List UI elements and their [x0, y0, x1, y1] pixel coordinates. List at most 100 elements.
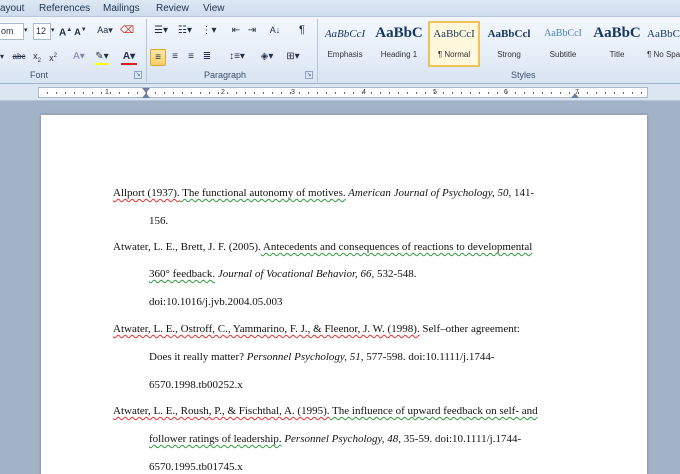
clear-formatting-icon[interactable]: ⌫ [120, 23, 134, 40]
style-heading-1[interactable]: AaBbC Heading 1 [373, 21, 425, 67]
tab-mailings[interactable]: Mailings [103, 3, 140, 14]
ruler-tick [632, 92, 633, 94]
reference-text-segment: 577-598. doi:10.1111/j.1744- [363, 351, 495, 363]
ruler-tick [578, 92, 579, 94]
ruler-tick [407, 92, 408, 94]
reference-line: follower ratings of leadership. Personne… [149, 433, 521, 445]
style-title[interactable]: AaBbC Title [591, 21, 643, 67]
document-page[interactable]: Allport (1937). The functional autonomy … [41, 115, 647, 474]
ruler-tick [110, 92, 111, 94]
style-no-spacing[interactable]: AaBbC ¶ No Spa [645, 21, 680, 67]
grow-font-icon[interactable]: A▲ [59, 23, 72, 40]
text-effects-icon[interactable]: A▾ [72, 49, 86, 66]
shading-icon[interactable]: ◈▾ [256, 49, 278, 66]
ruler-tick [389, 92, 390, 94]
ruler-tick [470, 92, 471, 94]
ruler-tick [299, 92, 300, 94]
show-formatting-marks-icon[interactable]: ¶ [296, 23, 308, 40]
style-sample: AaBbCcI [544, 28, 582, 39]
highlight-color-icon[interactable]: ✎▾ [92, 49, 112, 66]
style-normal[interactable]: AaBbCcI ¶ Normal [428, 21, 480, 67]
reference-line: Atwater, L. E., Roush, P., & Fischthal, … [113, 405, 538, 417]
reference-text-segment: Personnel Psychology, 48, [281, 433, 402, 445]
sort-icon[interactable]: A↓ [267, 23, 283, 40]
shrink-font-icon[interactable]: A▼ [74, 23, 87, 40]
ruler-tick [263, 92, 264, 94]
style-strong[interactable]: AaBbCcl Strong [483, 21, 535, 67]
ruler-tick [542, 92, 543, 94]
ruler-tick [461, 92, 462, 94]
reference-text-segment: 360° feedback. [149, 268, 216, 280]
ruler-tick [272, 92, 273, 94]
style-name: ¶ No Spa [647, 50, 680, 59]
reference-text-segment: 141- [511, 187, 535, 199]
ruler-tick [209, 92, 210, 94]
increase-indent-icon[interactable]: ⇥ [245, 23, 259, 40]
borders-icon[interactable]: ⊞▾ [282, 49, 304, 66]
ruler-tick [173, 92, 174, 94]
reference-text-segment: Journal of Vocational Behavior, 66, [215, 268, 375, 280]
bullets-icon[interactable]: ☰▾ [150, 23, 172, 40]
ruler-tick [47, 92, 48, 94]
numbering-icon[interactable]: ☷▾ [174, 23, 196, 40]
ruler-tick [119, 92, 120, 94]
superscript-icon[interactable]: x2 [47, 49, 59, 66]
font-name-dropdown-icon[interactable]: ▾ [24, 23, 33, 40]
horizontal-ruler[interactable]: 1 2 3 4 5 6 7 [38, 87, 648, 98]
style-name: Emphasis [327, 50, 363, 59]
style-emphasis[interactable]: AaBbCcI Emphasis [319, 21, 371, 67]
font-color-icon[interactable]: A▾ [118, 49, 140, 66]
ruler-tick [101, 92, 102, 94]
reference-line: 6570.1995.tb01745.x [149, 461, 243, 473]
ruler-tick [560, 92, 561, 94]
font-group-label: Font [30, 70, 49, 80]
ruler-tick [596, 92, 597, 94]
style-name: Heading 1 [380, 50, 418, 59]
reference-line: Does it really matter? Personnel Psychol… [149, 351, 495, 363]
group-divider [317, 19, 318, 82]
align-right-icon[interactable]: ≡ [184, 49, 198, 66]
style-sample: AaBbCcl [487, 28, 531, 40]
reference-text-segment: follower ratings of leadership. [149, 433, 282, 445]
font-name-box[interactable]: om [0, 23, 24, 40]
ruler-tick [506, 92, 507, 94]
line-spacing-icon[interactable]: ↕≡▾ [226, 49, 248, 66]
paragraph-group-label: Paragraph [204, 70, 247, 80]
reference-text-segment: Atwater, L. E., Roush, P., & Fischthal, … [113, 405, 330, 417]
ruler-tick [281, 92, 282, 94]
ruler-tick [128, 92, 129, 94]
font-dropdown-arrow-icon[interactable]: ▾ [0, 49, 10, 66]
decrease-indent-icon[interactable]: ⇤ [229, 23, 243, 40]
subscript-icon[interactable]: x2 [31, 49, 43, 66]
style-name: ¶ Normal [437, 50, 471, 59]
tab-references[interactable]: References [39, 3, 90, 14]
reference-text-segment: 6570.1995.tb01745.x [149, 461, 243, 473]
change-case-icon[interactable]: Aa▾ [96, 23, 114, 40]
align-center-icon[interactable]: ≡ [168, 49, 182, 66]
ruler-tick [569, 92, 570, 94]
strikethrough-icon[interactable]: abc [12, 49, 26, 66]
justify-icon[interactable]: ≣ [200, 49, 214, 66]
ruler-tick [182, 92, 183, 94]
styles-gallery: AaBbCcI Emphasis AaBbC Heading 1 AaBbCcI… [319, 21, 680, 67]
ruler-tick [218, 92, 219, 94]
font-dialog-launcher-icon[interactable]: ↘ [134, 71, 142, 79]
align-left-icon[interactable]: ≡ [150, 49, 166, 66]
ruler-tick [497, 92, 498, 94]
ruler-tick [65, 92, 66, 94]
group-divider [146, 19, 147, 82]
ruler-tick [92, 92, 93, 94]
ruler-tick [416, 92, 417, 94]
style-subtitle[interactable]: AaBbCcI Subtitle [537, 21, 589, 67]
multilevel-list-icon[interactable]: ⋮▾ [198, 23, 220, 40]
paragraph-dialog-launcher-icon[interactable]: ↘ [305, 71, 313, 79]
tab-review[interactable]: Review [156, 3, 189, 14]
reference-text-segment: American Journal of Psychology, 50, [345, 187, 512, 199]
reference-line: Atwater, L. E., Brett, J. F. (2005). Ant… [113, 241, 532, 253]
ribbon: om ▾ 12 ▾ A▲ A▼ Aa▾ ⌫ ▾ abc x2 x2 A▾ ✎▾ … [0, 17, 680, 84]
tab-page-layout[interactable]: ayout [0, 3, 24, 14]
tab-view[interactable]: View [203, 3, 225, 14]
font-size-box[interactable]: 12 [33, 23, 51, 40]
ruler-number: 2 [221, 89, 225, 96]
reference-line: 360° feedback. Journal of Vocational Beh… [149, 268, 416, 280]
